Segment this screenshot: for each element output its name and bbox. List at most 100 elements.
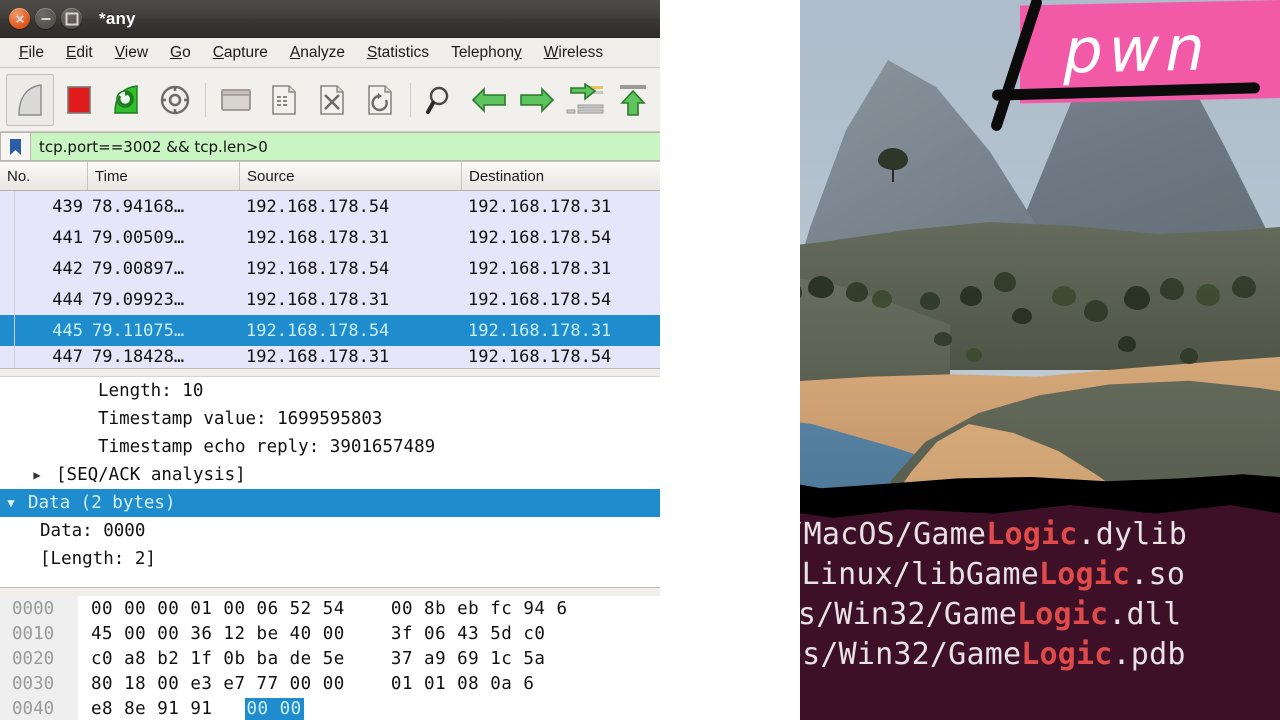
open-file-icon[interactable] [213, 75, 259, 125]
terminal-line-highlight: Logic [1021, 637, 1113, 672]
packet-list-header: No. Time Source Destination Protocol [0, 162, 760, 191]
start-capture-icon[interactable] [6, 73, 54, 126]
tree [808, 276, 834, 298]
menu-item-edit[interactable]: Edit [55, 44, 104, 62]
menu-bar: File Edit View Go Capture Analyze Statis… [0, 38, 760, 68]
save-file-icon[interactable] [261, 75, 307, 125]
capture-options-icon[interactable] [152, 75, 198, 125]
menu-item-view[interactable]: View [104, 44, 159, 62]
hex-bytes-left: e8 8e 91 91 [91, 698, 213, 719]
detail-row[interactable]: Data: 0000 [0, 517, 760, 545]
hex-offset: 0040 [0, 696, 78, 720]
window-title: *any [99, 8, 136, 28]
menu-item-telephony[interactable]: Telephony [440, 44, 533, 62]
packet-bytes-pane: 0000 00 00 00 01 00 06 52 54 00 8b eb fc… [0, 596, 760, 720]
tree [1084, 300, 1108, 322]
detail-row[interactable]: Timestamp value: 1699595803 [0, 405, 760, 433]
tree [1196, 284, 1220, 306]
menu-label-analyze: nalyze [300, 43, 346, 61]
torn-paper-edge [660, 0, 800, 720]
menu-item-wireless[interactable]: Wireless [533, 44, 614, 62]
table-row[interactable]: 439 78.94168… 192.168.178.54 192.168.178… [0, 191, 760, 222]
bookmark-icon[interactable] [0, 132, 30, 161]
hex-row[interactable]: 0030 80 18 00 e3 e7 77 00 00 01 01 08 0a… [0, 671, 760, 696]
hex-bytes-right: 37 a9 69 1c 5a [390, 648, 546, 669]
hex-bytes-right: 3f 06 43 5d c0 [390, 623, 546, 644]
cell-source: 192.168.178.54 [246, 320, 390, 341]
hex-bytes: 00 00 00 01 00 06 52 54 00 8b eb fc 94 6 [78, 599, 568, 619]
chevron-down-icon[interactable]: ▼ [4, 496, 18, 510]
terminal-line-highlight: Logic [1016, 597, 1109, 632]
wireshark-window: *any File Edit View Go Capture Analyze S… [0, 0, 760, 720]
packet-list: No. Time Source Destination Protocol 439… [0, 162, 760, 368]
detail-row[interactable]: Length: 10 [0, 377, 760, 405]
display-filter-bar: tcp.port==3002 && tcp.len>0 [0, 132, 760, 162]
display-filter-input[interactable]: tcp.port==3002 && tcp.len>0 [30, 132, 760, 161]
tree [846, 282, 868, 302]
menu-item-file[interactable]: File [8, 44, 55, 62]
cell-time: 79.11075… [92, 320, 185, 341]
tree [966, 348, 982, 362]
hex-bytes-right: 00 8b eb fc 94 6 [390, 598, 568, 619]
hex-bytes: 80 18 00 e3 e7 77 00 00 01 01 08 0a 6 [78, 674, 534, 694]
hex-offset: 0020 [0, 646, 78, 671]
window-close-button[interactable] [9, 8, 30, 29]
column-header-source[interactable]: Source [240, 162, 462, 190]
detail-row-label: [SEQ/ACK analysis] [56, 465, 246, 485]
find-packet-icon[interactable] [418, 75, 464, 125]
hex-bytes: 45 00 00 36 12 be 40 00 3f 06 43 5d c0 [78, 624, 545, 644]
hex-bytes-right: 01 01 08 0a 6 [390, 673, 535, 694]
table-row[interactable]: 447 79.18428… 192.168.178.31 192.168.178… [0, 346, 760, 368]
detail-row-label: Length: 10 [98, 381, 204, 401]
detail-row[interactable]: [Length: 2] [0, 545, 760, 573]
chevron-right-icon[interactable]: ▶ [30, 468, 44, 482]
pane-splitter-bottom[interactable] [0, 587, 760, 596]
go-back-icon[interactable] [466, 75, 512, 125]
tree [1180, 348, 1198, 364]
table-row-selected[interactable]: 445 79.11075… 192.168.178.54 192.168.178… [0, 315, 760, 346]
hex-row[interactable]: 0020 c0 a8 b2 1f 0b ba de 5e 37 a9 69 1c… [0, 646, 760, 671]
go-to-packet-icon[interactable] [562, 75, 608, 125]
detail-row[interactable]: Timestamp echo reply: 3901657489 [0, 433, 760, 461]
main-toolbar [0, 68, 760, 132]
stop-capture-icon[interactable] [56, 75, 102, 125]
collage-overlay: tents/MacOS/GameLogic.dylib aries/Linux/… [660, 0, 1280, 720]
terminal-line-highlight: Logic [986, 517, 1078, 552]
column-header-no[interactable]: No. [0, 162, 88, 190]
detail-row-label: Data: 0000 [40, 521, 146, 541]
table-row[interactable]: 444 79.09923… 192.168.178.31 192.168.178… [0, 284, 760, 315]
hex-bytes-left: c0 a8 b2 1f 0b ba de 5e [91, 648, 345, 669]
tree [934, 332, 952, 346]
terminal-line-post: .pdb [1112, 637, 1186, 672]
detail-row-data-selected[interactable]: ▼ Data (2 bytes) [0, 489, 760, 517]
menu-item-analyze[interactable]: Analyze [279, 44, 356, 62]
terminal-line-post: .so [1130, 557, 1186, 592]
cell-time: 78.94168… [92, 196, 185, 217]
reload-file-icon[interactable] [357, 75, 403, 125]
window-minimize-button[interactable] [35, 8, 56, 29]
tree [1160, 278, 1184, 300]
menu-item-capture[interactable]: Capture [202, 44, 279, 62]
hex-row[interactable]: 0040 e8 8e 91 91 00 00 [0, 696, 760, 720]
hex-row[interactable]: 0010 45 00 00 36 12 be 40 00 3f 06 43 5d… [0, 621, 760, 646]
close-file-icon[interactable] [309, 75, 355, 125]
table-row[interactable]: 441 79.00509… 192.168.178.31 192.168.178… [0, 222, 760, 253]
menu-item-statistics[interactable]: Statistics [356, 44, 440, 62]
restart-capture-icon[interactable] [104, 75, 150, 125]
terminal-line-post: .dylib [1077, 517, 1188, 552]
menu-item-go[interactable]: Go [159, 44, 202, 62]
packet-list-body: 439 78.94168… 192.168.178.54 192.168.178… [0, 191, 760, 368]
detail-row-seq-ack-analysis[interactable]: ▶ [SEQ/ACK analysis] [0, 461, 760, 489]
hex-row[interactable]: 0000 00 00 00 01 00 06 52 54 00 8b eb fc… [0, 596, 760, 621]
go-forward-icon[interactable] [514, 75, 560, 125]
pane-splitter-top[interactable] [0, 368, 760, 377]
hex-offset: 0010 [0, 621, 78, 646]
hex-bytes: c0 a8 b2 1f 0b ba de 5e 37 a9 69 1c 5a [78, 649, 545, 669]
column-header-time[interactable]: Time [88, 162, 240, 190]
go-first-packet-icon[interactable] [610, 75, 656, 125]
cell-time: 79.18428… [92, 347, 185, 367]
menu-label-wireless: ireless [558, 43, 604, 61]
hex-offset: 0030 [0, 671, 78, 696]
table-row[interactable]: 442 79.00897… 192.168.178.54 192.168.178… [0, 253, 760, 284]
window-maximize-button[interactable] [61, 8, 82, 29]
